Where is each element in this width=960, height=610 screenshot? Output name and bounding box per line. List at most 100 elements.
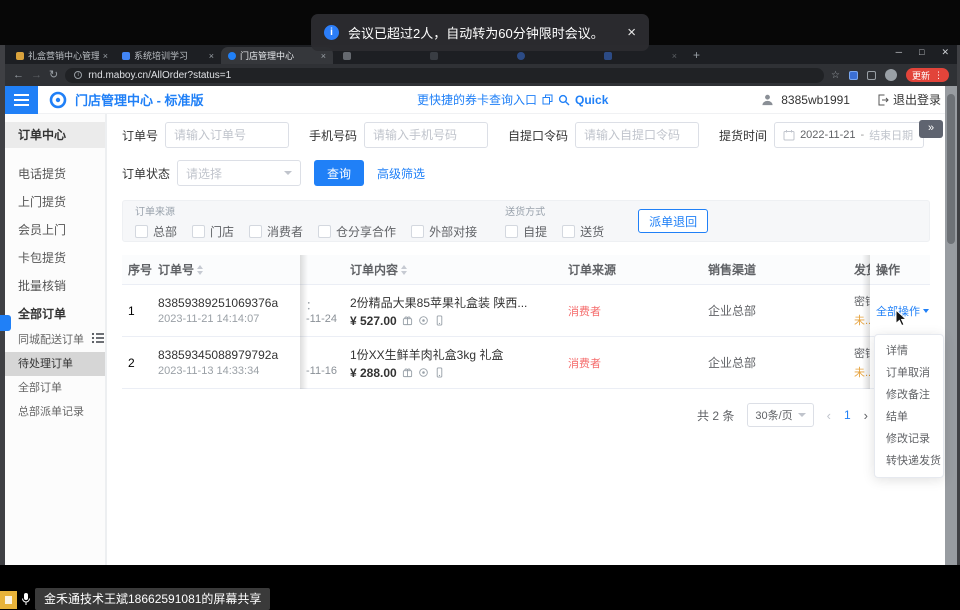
tab-close-icon[interactable]: × [209, 51, 214, 61]
site-info-icon[interactable]: i [74, 71, 82, 79]
sidebar-section-all-orders[interactable]: 全部订单 [5, 300, 105, 328]
sidebar-item-door-pickup[interactable]: 上门提货 [5, 188, 105, 216]
menu-item-close-order[interactable]: 结单 [875, 406, 943, 428]
sort-icons[interactable] [401, 265, 407, 275]
sidebar-item-all-orders[interactable]: 全部订单 [5, 376, 105, 400]
start-date-value[interactable]: 2022-11-21 [800, 129, 855, 141]
tab-training[interactable]: 系统培训学习 × [115, 47, 221, 64]
menu-item-details[interactable]: 详情 [875, 340, 943, 362]
extensions-icon[interactable] [867, 71, 876, 80]
dispatch-return-button[interactable]: 派单退回 [638, 209, 708, 233]
toast-close-icon[interactable]: × [627, 24, 636, 41]
checkbox-icon[interactable] [249, 225, 262, 238]
sidebar-item-member-visit[interactable]: 会员上门 [5, 216, 105, 244]
collapse-panel-button[interactable]: » [919, 120, 943, 138]
mouse-cursor [895, 309, 908, 327]
checkbox-external[interactable]: 外部对接 [411, 223, 477, 240]
date-range-picker[interactable]: 2022-11-21 - 结束日期 [774, 122, 924, 148]
sidebar-item-city-delivery-orders[interactable]: 同城配送订单 [5, 328, 105, 352]
header-order-content[interactable]: 订单内容 [344, 255, 562, 284]
maximize-button[interactable]: □ [919, 47, 924, 58]
forward-icon[interactable]: → [31, 70, 42, 81]
bookmark-star-icon[interactable]: ☆ [831, 70, 840, 81]
advanced-filter-link[interactable]: 高级筛选 [377, 165, 425, 182]
order-status-select[interactable]: 请选择 [177, 160, 301, 186]
hamburger-menu-button[interactable] [5, 86, 38, 114]
app-header: 门店管理中心 - 标准版 更快捷的券卡查询入口 Quick 8385wb1991… [5, 86, 957, 114]
quick-entry-text[interactable]: 更快捷的券卡查询入口 [417, 91, 537, 108]
price-line: ¥ 288.00 [350, 366, 562, 380]
address-bar[interactable]: i rnd.maboy.cn/AllOrder?status=1 [65, 68, 824, 83]
quick-entry[interactable]: 更快捷的券卡查询入口 Quick [417, 91, 608, 108]
menu-item-cancel-order[interactable]: 订单取消 [875, 362, 943, 384]
order-price: ¥ 288.00 [350, 366, 397, 380]
delivery-method-options: 自提 送货 [505, 223, 604, 240]
checkbox-store[interactable]: 门店 [192, 223, 234, 240]
checkbox-icon[interactable] [192, 225, 205, 238]
logout-button[interactable]: 退出登录 [877, 91, 941, 108]
new-tab-button[interactable]: + [693, 48, 700, 62]
checkbox-icon[interactable] [562, 225, 575, 238]
menu-item-express-ship[interactable]: 转快递发货 [875, 450, 943, 472]
sidebar-item-pending-orders[interactable]: 待处理订单 [5, 352, 105, 376]
current-page-1[interactable]: 1 [844, 408, 851, 422]
checkbox-self-pickup[interactable]: 自提 [505, 223, 547, 240]
next-page-button[interactable]: › [864, 408, 868, 423]
kebab-menu-icon[interactable]: ⋮ [934, 70, 943, 81]
quick-label[interactable]: Quick [575, 93, 608, 107]
sidebar-item-hq-dispatch-records[interactable]: 总部派单记录 [5, 400, 105, 424]
cell-order-source: 消费者 [562, 285, 702, 336]
menu-item-edit-history[interactable]: 修改记录 [875, 428, 943, 450]
order-number[interactable]: 83859389251069376a [158, 296, 300, 310]
close-window-button[interactable]: ✕ [941, 47, 949, 58]
checkbox-consumer[interactable]: 消费者 [249, 223, 303, 240]
header-order-no[interactable]: 订单号 [152, 255, 300, 284]
scrollbar-thumb[interactable] [947, 94, 955, 244]
reload-icon[interactable]: ↻ [49, 70, 58, 81]
checkbox-label: 送货 [580, 223, 604, 240]
checkbox-hq[interactable]: 总部 [135, 223, 177, 240]
sidebar-item-phone-pickup[interactable]: 电话提货 [5, 160, 105, 188]
back-icon[interactable]: ← [13, 70, 24, 81]
source-tag: 消费者 [568, 355, 702, 371]
cell-order-no: 83859345088979792a 2023-11-13 14:33:34 [152, 337, 300, 388]
order-number[interactable]: 83859345088979792a [158, 348, 300, 362]
username[interactable]: 8385wb1991 [781, 93, 850, 107]
page-scrollbar[interactable] [945, 86, 957, 565]
profile-avatar[interactable] [885, 69, 897, 81]
sort-icons[interactable] [197, 265, 203, 275]
sidebar-list-icon[interactable] [91, 331, 105, 345]
extension-icon[interactable] [849, 71, 858, 80]
checkbox-icon[interactable] [505, 225, 518, 238]
order-no-group: 订单号 [122, 122, 289, 148]
page-size-select[interactable]: 30条/页 [747, 403, 813, 427]
phone-input[interactable] [364, 122, 488, 148]
tab-close-icon[interactable]: × [103, 51, 108, 61]
tab-favicon [604, 52, 612, 60]
order-no-label: 订单号 [122, 127, 158, 144]
microphone-icon[interactable] [21, 592, 31, 606]
checkbox-icon[interactable] [135, 225, 148, 238]
tab-gift-marketing[interactable]: 礼盒营销中心管理中心 × [9, 47, 115, 64]
pickup-code-input[interactable] [575, 122, 699, 148]
checkbox-label: 外部对接 [429, 223, 477, 240]
meeting-app-icon[interactable] [0, 591, 17, 609]
sidebar-section-order-center: 订单中心 [5, 122, 105, 148]
tab-favicon [517, 52, 525, 60]
tab-close-icon[interactable]: × [321, 51, 326, 61]
minimize-button[interactable]: ─ [896, 47, 902, 58]
tab-close-icon[interactable]: × [672, 51, 677, 61]
checkbox-delivery[interactable]: 送货 [562, 223, 604, 240]
order-no-input[interactable] [165, 122, 289, 148]
sidebar-item-card-pickup[interactable]: 卡包提货 [5, 244, 105, 272]
prev-page-button[interactable]: ‹ [827, 408, 831, 423]
checkbox-icon[interactable] [318, 225, 331, 238]
menu-item-edit-note[interactable]: 修改备注 [875, 384, 943, 406]
checkbox-warehouse-share[interactable]: 仓分享合作 [318, 223, 396, 240]
cell-order-content: 2份精品大果85苹果礼盒装 陕西... ¥ 527.00 [344, 285, 562, 336]
search-button[interactable]: 查询 [314, 160, 364, 186]
sidebar-item-batch-verify[interactable]: 批量核销 [5, 272, 105, 300]
checkbox-icon[interactable] [411, 225, 424, 238]
chrome-update-button[interactable]: 更新 ⋮ [906, 68, 949, 82]
end-date-placeholder[interactable]: 结束日期 [869, 127, 913, 143]
